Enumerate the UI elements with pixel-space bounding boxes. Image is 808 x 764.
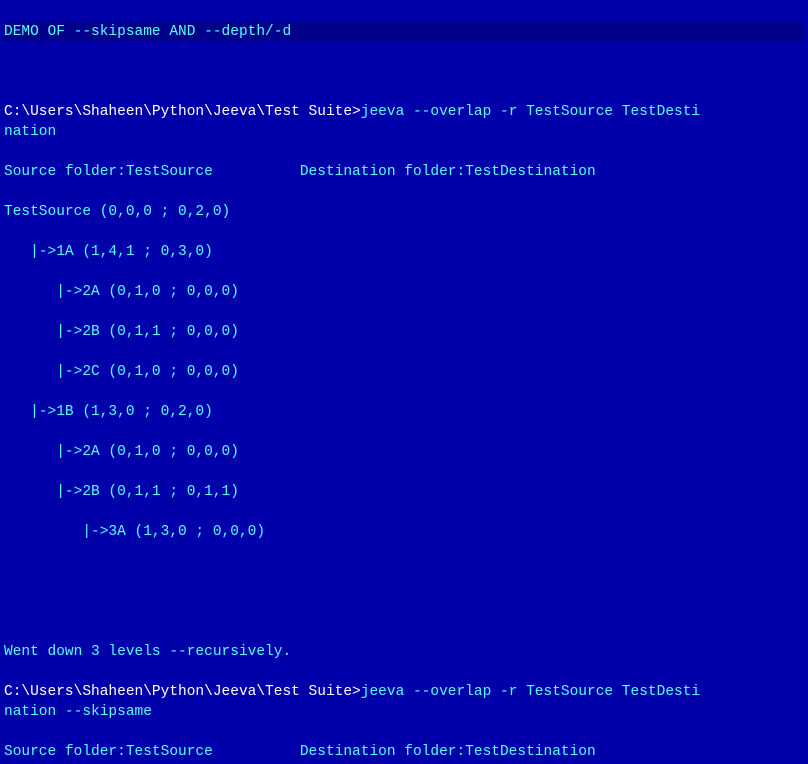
- output-b1-l4: |->2A (0,1,0 ; 0,0,0): [4, 282, 804, 302]
- output-b1-l1: Source folder:TestSource Destination fol…: [4, 162, 804, 182]
- terminal-blank-1: [4, 62, 804, 82]
- output-b1-l5: |->2B (0,1,1 ; 0,0,0): [4, 322, 804, 342]
- prompt-2: C:\Users\Shaheen\Python\Jeeva\Test Suite…: [4, 684, 361, 700]
- output-b1-l10: |->3A (1,3,0 ; 0,0,0): [4, 522, 804, 542]
- output-b2-l1: Source folder:TestSource Destination fol…: [4, 742, 804, 762]
- terminal-header: DEMO OF --skipsame AND --depth/-d: [4, 22, 804, 42]
- output-b1-summary: Went down 3 levels --recursively.: [4, 642, 804, 662]
- output-b1-l2: TestSource (0,0,0 ; 0,2,0): [4, 202, 804, 222]
- output-b1-l8: |->2A (0,1,0 ; 0,0,0): [4, 442, 804, 462]
- output-b1-l9: |->2B (0,1,1 ; 0,1,1): [4, 482, 804, 502]
- cmd-line-1: C:\Users\Shaheen\Python\Jeeva\Test Suite…: [4, 102, 804, 142]
- output-b1-l3: |->1A (1,4,1 ; 0,3,0): [4, 242, 804, 262]
- output-b1-l6: |->2C (0,1,0 ; 0,0,0): [4, 362, 804, 382]
- output-b1-l7: |->1B (1,3,0 ; 0,2,0): [4, 402, 804, 422]
- terminal-blank-3: [4, 602, 804, 622]
- terminal-blank-2: [4, 562, 804, 582]
- prompt-1: C:\Users\Shaheen\Python\Jeeva\Test Suite…: [4, 104, 361, 120]
- cmd-line-2: C:\Users\Shaheen\Python\Jeeva\Test Suite…: [4, 682, 804, 722]
- terminal-window[interactable]: DEMO OF --skipsame AND --depth/-d C:\Use…: [0, 0, 808, 764]
